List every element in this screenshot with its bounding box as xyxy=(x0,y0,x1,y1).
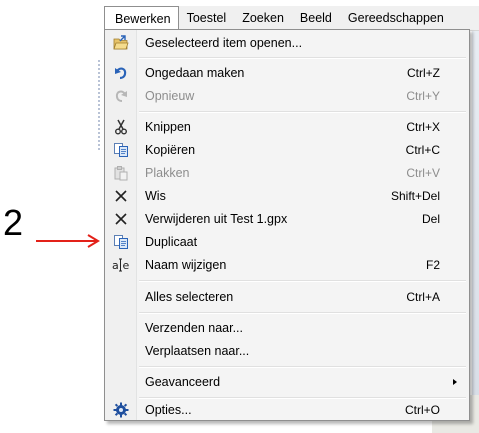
menu-item-label: Geavanceerd xyxy=(145,375,221,389)
menu-item-shortcut: Ctrl+Z xyxy=(407,66,440,80)
annotation-arrow xyxy=(36,234,100,248)
menu-item-shortcut: Ctrl+Y xyxy=(406,89,440,103)
menu-item-label: Verwijderen uit Test 1.gpx xyxy=(145,212,288,226)
redo-icon xyxy=(107,85,135,107)
menu-gereedschappen[interactable]: Gereedschappen xyxy=(340,6,452,30)
menu-item-remove-from-file[interactable]: Verwijderen uit Test 1.gpx Del xyxy=(105,208,469,230)
menu-item-label: Opnieuw xyxy=(145,89,195,103)
menu-item-label: Knippen xyxy=(145,120,191,134)
background-window-edge xyxy=(472,30,479,430)
menu-item-label: Verzenden naar... xyxy=(145,321,243,335)
rename-icon: a e xyxy=(107,254,135,276)
menu-item-shortcut: Ctrl+X xyxy=(406,120,440,134)
menu-separator xyxy=(139,111,466,113)
svg-text:a: a xyxy=(112,259,119,272)
menu-bewerken[interactable]: Bewerken xyxy=(104,6,179,31)
copy-icon xyxy=(107,139,135,161)
menu-item-move-to[interactable]: Verplaatsen naar... xyxy=(105,340,469,362)
menu-beeld[interactable]: Beeld xyxy=(292,6,340,30)
menu-item-label: Naam wijzigen xyxy=(145,258,227,272)
menu-item-label: Verplaatsen naar... xyxy=(145,344,250,358)
menu-item-label: Wis xyxy=(145,189,166,203)
menu-item-redo: Opnieuw Ctrl+Y xyxy=(105,85,469,107)
menu-item-delete[interactable]: Wis Shift+Del xyxy=(105,185,469,207)
menu-item-shortcut: Ctrl+O xyxy=(404,403,440,417)
scissors-icon xyxy=(107,116,135,138)
menu-item-label: Alles selecteren xyxy=(145,290,234,304)
menu-item-select-all[interactable]: Alles selecteren Ctrl+A xyxy=(105,286,469,308)
menu-item-label: Geselecteerd item openen... xyxy=(145,36,303,50)
gear-icon xyxy=(107,399,135,421)
menu-zoeken[interactable]: Zoeken xyxy=(234,6,292,30)
edit-dropdown-menu: Geselecteerd item openen... Ongedaan mak… xyxy=(104,29,470,421)
menu-item-shortcut: Ctrl+C xyxy=(405,143,440,157)
menu-item-shortcut: F2 xyxy=(425,258,440,272)
screenshot-stage: Bewerken Toestel Zoeken Beeld Gereedscha… xyxy=(0,0,479,433)
menu-item-shortcut: Ctrl+A xyxy=(406,290,440,304)
paste-icon xyxy=(107,162,135,184)
menu-item-cut[interactable]: Knippen Ctrl+X xyxy=(105,116,469,138)
menu-item-paste: Plakken Ctrl+V xyxy=(105,162,469,184)
menu-separator xyxy=(139,366,466,368)
menu-item-label: Plakken xyxy=(145,166,190,180)
menu-item-options[interactable]: Opties... Ctrl+O xyxy=(105,399,469,421)
submenu-arrow-icon xyxy=(453,379,457,385)
menu-item-shortcut: Del xyxy=(421,212,440,226)
duplicate-icon xyxy=(107,231,135,253)
menu-item-label: Duplicaat xyxy=(145,235,198,249)
menu-item-label: Kopiëren xyxy=(145,143,196,157)
menu-item-copy[interactable]: Kopiëren Ctrl+C xyxy=(105,139,469,161)
menu-item-rename[interactable]: a e Naam wijzigen F2 xyxy=(105,254,469,276)
menu-item-duplicate[interactable]: Duplicaat xyxy=(105,231,469,253)
x-icon xyxy=(107,185,135,207)
menu-item-send-to[interactable]: Verzenden naar... xyxy=(105,317,469,339)
menu-bar: Bewerken Toestel Zoeken Beeld Gereedscha… xyxy=(104,6,479,31)
undo-icon xyxy=(107,62,135,84)
menu-toestel[interactable]: Toestel xyxy=(179,6,235,30)
menu-separator xyxy=(139,312,466,314)
menu-separator xyxy=(139,57,466,59)
menu-item-shortcut: Ctrl+V xyxy=(406,166,440,180)
x-icon xyxy=(107,208,135,230)
menu-item-open-selected[interactable]: Geselecteerd item openen... xyxy=(105,32,469,54)
open-folder-icon xyxy=(107,32,135,54)
menu-item-label: Ongedaan maken xyxy=(145,66,245,80)
menu-item-undo[interactable]: Ongedaan maken Ctrl+Z xyxy=(105,62,469,84)
menu-item-label: Opties... xyxy=(145,403,192,417)
menu-item-advanced[interactable]: Geavanceerd xyxy=(105,371,469,393)
menu-item-shortcut: Shift+Del xyxy=(390,189,440,203)
menu-separator xyxy=(139,280,466,282)
svg-text:e: e xyxy=(123,259,130,272)
